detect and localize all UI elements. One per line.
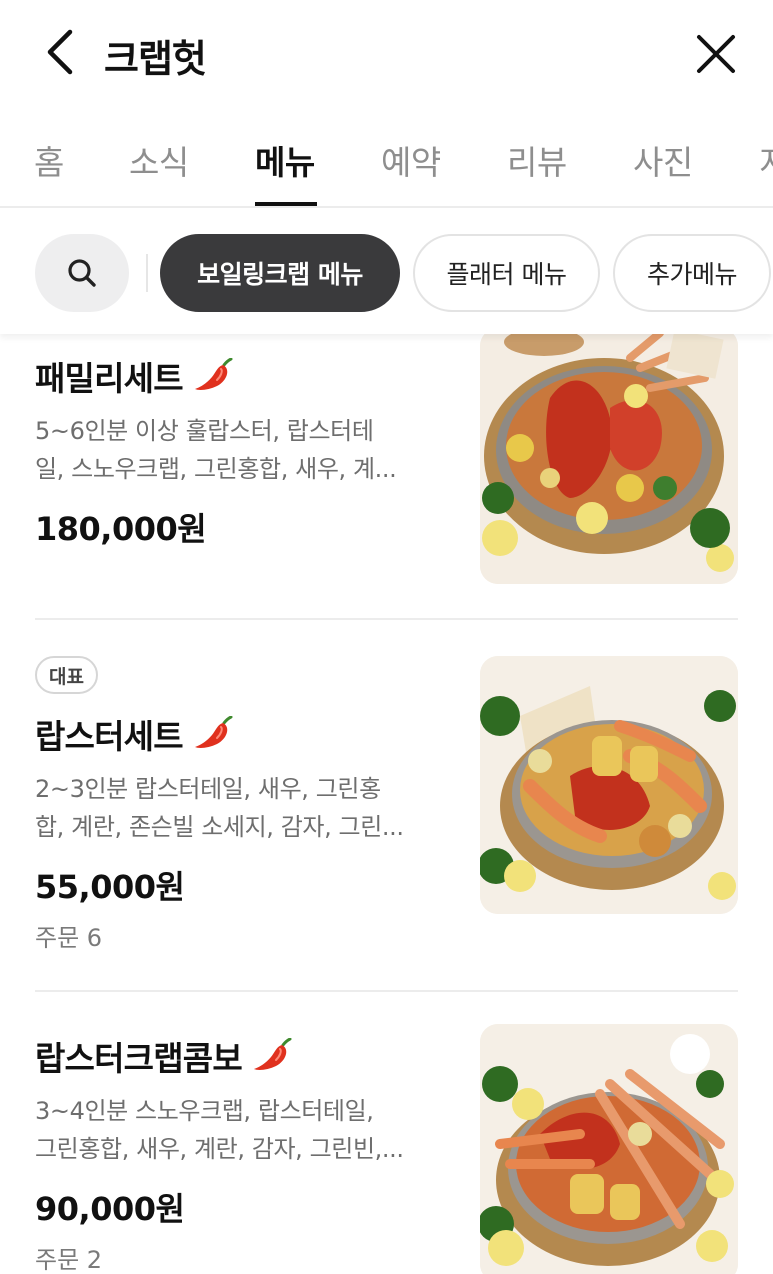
menu-item-photo bbox=[480, 334, 738, 584]
chip-boiling-crab-menu[interactable]: 보일링크랩 메뉴 bbox=[160, 234, 400, 312]
chili-pepper-icon bbox=[194, 716, 233, 748]
menu-item-photo bbox=[480, 1024, 738, 1274]
chip-divider bbox=[146, 254, 148, 292]
chevron-left-icon bbox=[47, 29, 73, 75]
menu-item-description: 5~6인분 이상 훌랍스터, 랍스터테 일, 스노우크랩, 그린홍합, 새우, … bbox=[35, 412, 430, 488]
tab-map[interactable]: 지 bbox=[759, 136, 773, 184]
tab-photos[interactable]: 사진 bbox=[633, 136, 693, 184]
chip-platter-menu[interactable]: 플래터 메뉴 bbox=[413, 234, 600, 312]
menu-item-price: 90,000원 bbox=[35, 1190, 185, 1228]
menu-item-desc-line: 합, 계란, 존슨빌 소세지, 감자, 그린... bbox=[35, 813, 404, 841]
tab-news[interactable]: 소식 bbox=[129, 136, 189, 184]
menu-item-order-count: 주문 2 bbox=[35, 1246, 103, 1274]
menu-list: 패밀리세트 5~6인분 이상 훌랍스터, 랍스터테 일, 스노우크랩, 그린홍합… bbox=[0, 334, 773, 1274]
tab-reservation[interactable]: 예약 bbox=[381, 136, 441, 184]
menu-item-desc-line: 3~4인분 스노우크랩, 랍스터테일, bbox=[35, 1097, 374, 1125]
menu-item-description: 3~4인분 스노우크랩, 랍스터테일, 그린홍합, 새우, 계란, 감자, 그린… bbox=[35, 1092, 430, 1168]
menu-item-name-row: 랍스터세트 bbox=[35, 710, 233, 758]
seafood-boil-image bbox=[480, 1024, 738, 1274]
menu-item[interactable]: 대표 랍스터세트 2~3인분 랍스터테일, 새우, 그린홍 합, 계란, 존슨빌… bbox=[0, 620, 773, 988]
back-button[interactable] bbox=[30, 22, 90, 82]
close-button[interactable] bbox=[684, 22, 748, 86]
tab-menu[interactable]: 메뉴 bbox=[255, 136, 315, 184]
menu-item-name: 랍스터세트 bbox=[35, 717, 184, 756]
chili-pepper-icon bbox=[253, 1038, 292, 1070]
menu-item-name: 랍스터크랩콤보 bbox=[35, 1039, 243, 1078]
tab-home[interactable]: 홈 bbox=[34, 136, 64, 184]
tab-bar: 홈 소식 메뉴 예약 리뷰 사진 지 bbox=[0, 106, 773, 208]
active-tab-indicator bbox=[255, 202, 317, 206]
menu-item-desc-line: 2~3인분 랍스터테일, 새우, 그린홍 bbox=[35, 775, 381, 803]
menu-item[interactable]: 패밀리세트 5~6인분 이상 훌랍스터, 랍스터테 일, 스노우크랩, 그린홍합… bbox=[0, 334, 773, 618]
close-icon bbox=[697, 35, 735, 73]
menu-item-price: 55,000원 bbox=[35, 868, 185, 906]
chili-pepper-icon bbox=[194, 358, 233, 390]
chip-extra-menu[interactable]: 추가메뉴 bbox=[613, 234, 771, 312]
menu-item[interactable]: 랍스터크랩콤보 3~4인분 스노우크랩, 랍스터테일, 그린홍합, 새우, 계란… bbox=[0, 992, 773, 1274]
menu-search-button[interactable] bbox=[35, 234, 129, 312]
menu-item-photo bbox=[480, 656, 738, 914]
menu-item-desc-line: 일, 스노우크랩, 그린홍합, 새우, 계... bbox=[35, 455, 397, 483]
signature-badge: 대표 bbox=[35, 656, 98, 694]
page-title: 크랩헛 bbox=[104, 37, 207, 81]
menu-item-description: 2~3인분 랍스터테일, 새우, 그린홍 합, 계란, 존슨빌 소세지, 감자,… bbox=[35, 770, 430, 846]
menu-category-chips: 보일링크랩 메뉴 플래터 메뉴 추가메뉴 bbox=[0, 208, 773, 334]
tab-reviews[interactable]: 리뷰 bbox=[507, 136, 567, 184]
search-icon bbox=[68, 259, 96, 287]
menu-item-desc-line: 5~6인분 이상 훌랍스터, 랍스터테 bbox=[35, 417, 374, 445]
seafood-boil-image bbox=[480, 656, 738, 914]
seafood-boil-image bbox=[480, 334, 738, 584]
top-bar: 크랩헛 bbox=[0, 0, 773, 106]
menu-item-name-row: 패밀리세트 bbox=[35, 352, 233, 400]
menu-item-order-count: 주문 6 bbox=[35, 924, 103, 952]
menu-item-name: 패밀리세트 bbox=[35, 359, 184, 398]
menu-item-desc-line: 그린홍합, 새우, 계란, 감자, 그린빈,... bbox=[35, 1135, 404, 1163]
menu-item-name-row: 랍스터크랩콤보 bbox=[35, 1032, 292, 1080]
menu-item-price: 180,000원 bbox=[35, 510, 207, 548]
